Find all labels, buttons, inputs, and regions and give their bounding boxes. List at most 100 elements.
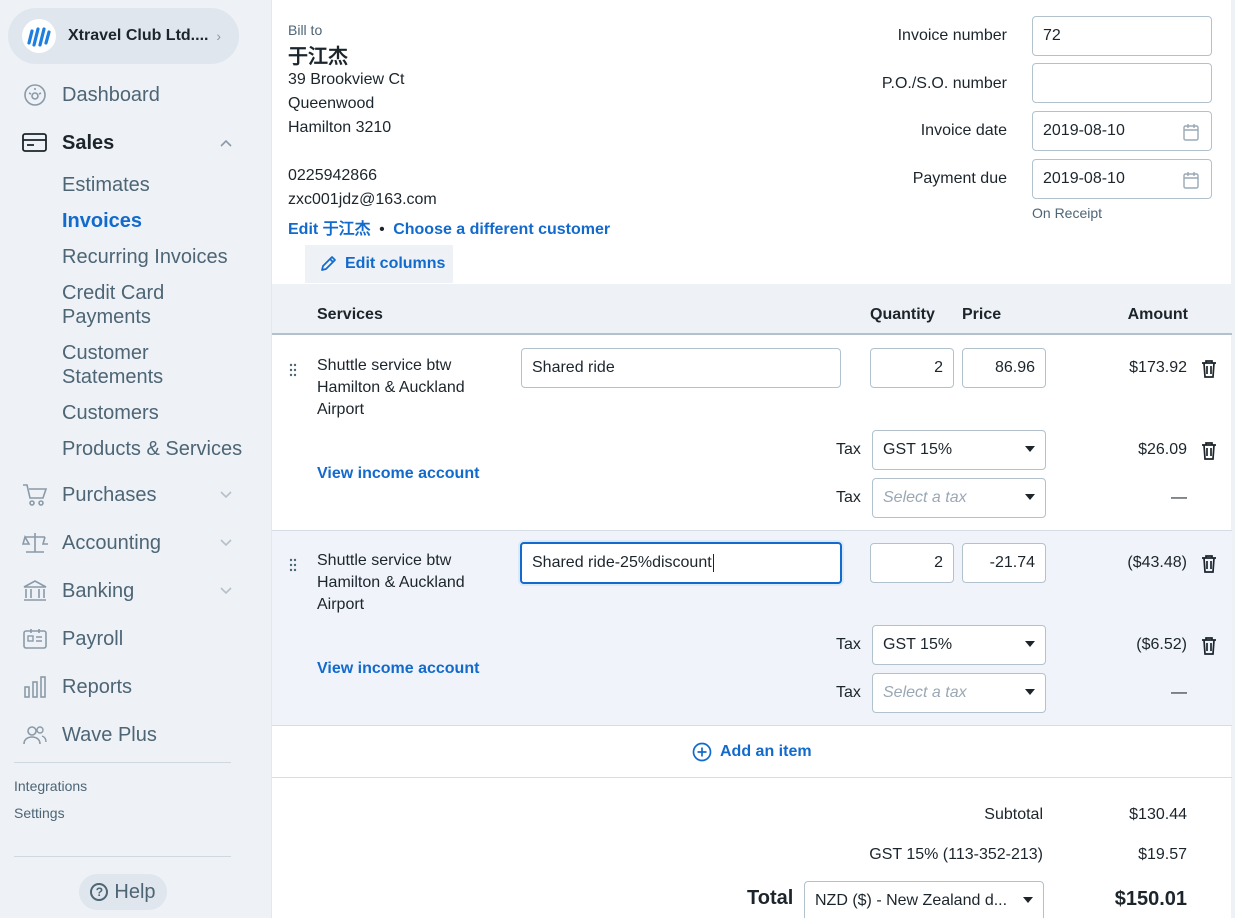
choose-customer-link[interactable]: Choose a different customer (393, 221, 610, 238)
nav-settings[interactable]: Settings (14, 805, 65, 821)
tax-amount-empty: — (1171, 684, 1187, 701)
nav-recurring-invoices[interactable]: Recurring Invoices (62, 245, 228, 269)
edit-customer-link[interactable]: Edit 于江杰 (288, 221, 371, 238)
gst-value: $19.57 (1138, 846, 1187, 863)
customer-links: Edit 于江杰 • Choose a different customer (288, 215, 610, 239)
address-line-3: Hamilton 3210 (288, 119, 392, 136)
item-description-input[interactable]: Shared ride-25%discount (520, 542, 842, 584)
subtotal-value: $130.44 (1129, 806, 1187, 823)
total-value: $150.01 (1114, 888, 1187, 910)
item-amount: ($43.48) (1127, 554, 1187, 571)
on-receipt-hint: On Receipt (1032, 205, 1103, 221)
link-separator: • (379, 221, 385, 238)
tax-amount: $26.09 (1138, 441, 1187, 458)
tax-select[interactable]: GST 15% (872, 625, 1046, 665)
trash-icon[interactable] (1201, 554, 1217, 573)
tax-label: Tax (836, 441, 861, 458)
nav-wave-plus[interactable]: Wave Plus (22, 720, 232, 750)
item-quantity-input[interactable]: 2 (870, 348, 954, 388)
trash-icon[interactable] (1201, 636, 1217, 655)
tax-select-empty[interactable]: Select a tax (872, 478, 1046, 518)
bank-icon (22, 578, 48, 604)
nav-products-services[interactable]: Products & Services (62, 437, 242, 461)
item-price-input[interactable]: 86.96 (962, 348, 1046, 388)
drag-handle-icon[interactable] (288, 557, 298, 573)
nav-customer-statements[interactable]: Customer Statements (62, 341, 163, 389)
view-income-account-link[interactable]: View income account (317, 465, 479, 483)
tax-select[interactable]: GST 15% (872, 430, 1046, 470)
item-price-value: 86.96 (994, 359, 1035, 376)
customer-phone: 0225942866 (288, 167, 377, 184)
nav-purchases[interactable]: Purchases (22, 480, 232, 510)
calendar-icon[interactable] (1183, 123, 1199, 141)
invoice-number-input[interactable]: 72 (1032, 16, 1212, 56)
nav-integrations[interactable]: Integrations (14, 778, 87, 794)
total-label: Total (747, 887, 794, 909)
payment-due-label: Payment due (912, 170, 1007, 187)
item-price-input[interactable]: -21.74 (962, 543, 1046, 583)
item-name-line: Hamilton & Auckland (317, 574, 465, 591)
pencil-icon (321, 256, 336, 271)
item-quantity-input[interactable]: 2 (870, 543, 954, 583)
nav-credit-card-label-2: Payments (62, 306, 151, 328)
nav-reports-label: Reports (62, 675, 133, 698)
nav-wave-plus-label: Wave Plus (62, 723, 157, 746)
sidebar-divider (14, 856, 231, 857)
item-name-line: Shuttle service btw (317, 552, 452, 569)
tax-select-empty[interactable]: Select a tax (872, 673, 1046, 713)
view-income-account-link[interactable]: View income account (317, 660, 479, 678)
address-line-2: Queenwood (288, 95, 375, 112)
drag-handle-icon[interactable] (288, 362, 298, 378)
caret-down-icon (1025, 641, 1035, 647)
caret-down-icon (1023, 897, 1033, 903)
scale-icon (22, 530, 48, 556)
customer-email: zxc001jdz@163.com (288, 191, 437, 208)
item-description-input[interactable]: Shared ride (521, 348, 841, 388)
chevron-right-icon: › (216, 28, 221, 44)
item-name: Shuttle service btw Hamilton & Auckland … (317, 355, 487, 421)
nav-accounting[interactable]: Accounting (22, 528, 232, 558)
item-name-line: Hamilton & Auckland (317, 379, 465, 396)
chevron-down-icon (220, 536, 232, 550)
invoice-date-input[interactable]: 2019-08-10 (1032, 111, 1212, 151)
item-description-value: Shared ride-25%discount (532, 554, 712, 571)
tax-label: Tax (836, 489, 861, 506)
invoice-date-value: 2019-08-10 (1043, 122, 1125, 139)
po-number-input[interactable] (1032, 63, 1212, 103)
invoice-number-value: 72 (1043, 27, 1061, 44)
customer-name: 于江杰 (288, 46, 348, 68)
subtotal-label: Subtotal (984, 806, 1043, 823)
tax-label: Tax (836, 636, 861, 653)
nav-payroll[interactable]: Payroll (22, 624, 232, 654)
nav-reports[interactable]: Reports (22, 672, 232, 702)
bar-chart-icon (22, 674, 48, 700)
gst-label: GST 15% (113-352-213) (869, 846, 1043, 863)
tax-label: Tax (836, 684, 861, 701)
chevron-down-icon (220, 488, 232, 502)
calendar-icon[interactable] (1183, 171, 1199, 189)
nav-banking-label: Banking (62, 579, 135, 602)
currency-select[interactable]: NZD ($) - New Zealand d... (804, 881, 1044, 918)
nav-estimates[interactable]: Estimates (62, 173, 150, 197)
business-name: Xtravel Club Ltd.... (68, 27, 209, 44)
sidebar: Xtravel Club Ltd.... › Dashboard Sales E… (0, 0, 247, 918)
nav-credit-card-payments[interactable]: Credit Card Payments (62, 281, 164, 329)
payment-due-input[interactable]: 2019-08-10 (1032, 159, 1212, 199)
nav-customers[interactable]: Customers (62, 401, 159, 425)
nav-banking[interactable]: Banking (22, 576, 232, 606)
add-item-button[interactable]: Add an item (692, 742, 812, 762)
cart-icon (22, 482, 48, 508)
payroll-icon (22, 626, 48, 652)
help-button[interactable]: ? Help (79, 874, 167, 910)
edit-columns-button[interactable]: Edit columns (305, 245, 453, 283)
trash-icon[interactable] (1201, 441, 1217, 460)
nav-sales[interactable]: Sales (22, 128, 232, 158)
business-switcher[interactable]: Xtravel Club Ltd.... › (8, 8, 239, 64)
edit-columns-label: Edit columns (345, 255, 446, 272)
item-description-value: Shared ride (532, 359, 615, 376)
nav-invoices[interactable]: Invoices (62, 209, 142, 233)
nav-accounting-label: Accounting (62, 531, 161, 554)
nav-dashboard[interactable]: Dashboard (22, 80, 232, 110)
trash-icon[interactable] (1201, 359, 1217, 378)
text-cursor (712, 554, 714, 572)
